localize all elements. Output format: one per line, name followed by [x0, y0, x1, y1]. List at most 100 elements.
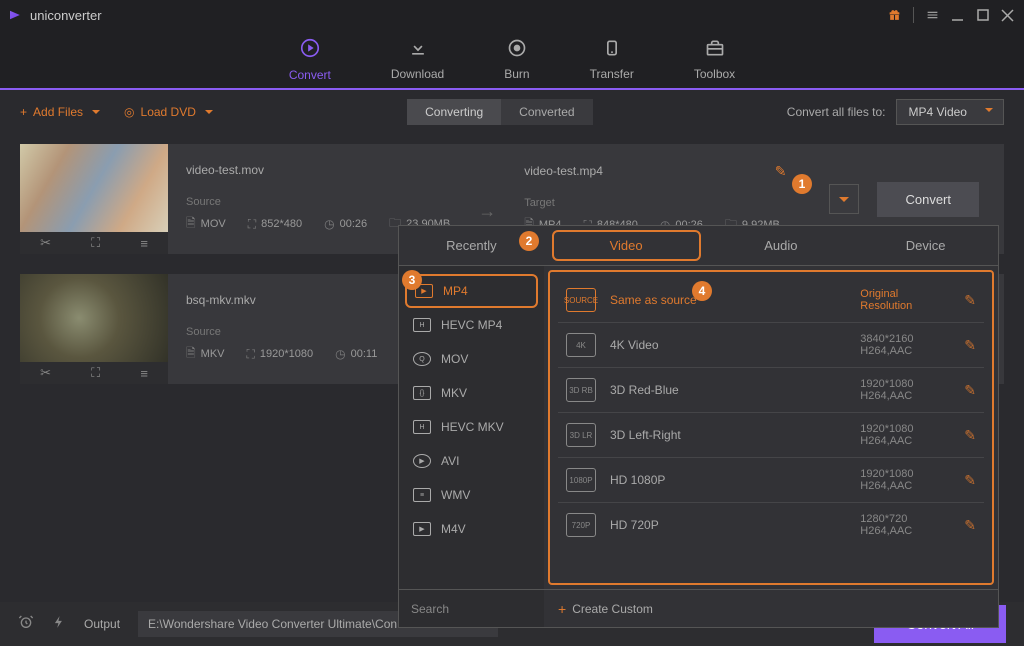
search-input[interactable]: Search [399, 590, 544, 627]
preset-icon: SOURCE [566, 288, 596, 312]
convert-button[interactable]: Convert [877, 182, 979, 217]
trim-icon[interactable]: ✂ [40, 235, 51, 251]
preset-item-hd-720p[interactable]: 720P HD 720P 1280*720H264,AAC ✎ [558, 503, 984, 547]
format-item-avi[interactable]: ▶AVI [399, 444, 544, 478]
edit-icon[interactable]: ✎ [964, 517, 976, 534]
main-nav: Convert Download Burn Transfer Toolbox [0, 30, 1024, 90]
tab-converting[interactable]: Converting [407, 99, 501, 125]
file-icon: 🗎 [186, 214, 196, 235]
speed-icon[interactable] [52, 614, 66, 634]
nav-label: Download [391, 67, 444, 81]
format-icon: H [413, 318, 431, 332]
edit-icon[interactable]: ✎ [964, 382, 976, 399]
edit-icon[interactable]: ✎ [964, 427, 976, 444]
preset-item-3d-red-blue[interactable]: 3D RB 3D Red-Blue 1920*1080H264,AAC ✎ [558, 368, 984, 413]
format-item-hevc-mkv[interactable]: HHEVC MKV [399, 410, 544, 444]
preset-icon: 720P [566, 513, 596, 537]
resolution-icon: ⛶ [248, 217, 256, 232]
nav-toolbox[interactable]: Toolbox [694, 38, 735, 81]
source-filename: video-test.mov [186, 163, 450, 177]
toolbar: + Add Files ◎ Load DVD Converting Conver… [0, 90, 1024, 134]
nav-label: Transfer [590, 67, 634, 81]
target-format-dropdown[interactable] [829, 184, 859, 214]
minimize-icon[interactable] [951, 9, 964, 22]
preset-item-same-as-source[interactable]: SOURCE Same as source Original Resolutio… [558, 278, 984, 323]
add-files-button[interactable]: + Add Files [20, 105, 100, 119]
chevron-down-icon [839, 197, 849, 207]
output-label: Output [84, 617, 120, 631]
disc-icon: ◎ [124, 105, 134, 119]
nav-convert[interactable]: Convert [289, 37, 331, 82]
chevron-down-icon [92, 110, 100, 118]
toolbox-icon [705, 38, 725, 63]
convert-icon [299, 37, 321, 64]
alarm-icon[interactable] [18, 614, 34, 634]
video-preview[interactable] [20, 274, 168, 362]
edit-icon[interactable]: ✎ [775, 163, 787, 180]
overlay-tab-audio[interactable]: Audio [709, 226, 854, 265]
nav-label: Burn [504, 67, 529, 81]
format-item-hevc-mp4[interactable]: HHEVC MP4 [399, 308, 544, 342]
target-label: Target [524, 197, 786, 209]
close-icon[interactable] [1001, 9, 1014, 22]
convert-all-label: Convert all files to: [787, 105, 886, 119]
step-badge-4: 4 [692, 281, 712, 301]
plus-icon: + [20, 105, 27, 119]
download-icon [408, 38, 428, 63]
preset-icon: 3D RB [566, 378, 596, 402]
clock-icon: ◷ [324, 217, 334, 231]
create-custom-button[interactable]: + Create Custom [544, 590, 998, 627]
format-list[interactable]: ▶MP4 HHEVC MP4 QMOV {}MKV HHEVC MKV ▶AVI… [399, 266, 544, 589]
step-badge-1: 1 [792, 174, 812, 194]
gift-icon[interactable] [888, 9, 901, 22]
source-label: Source [186, 196, 450, 208]
preset-icon: 4K [566, 333, 596, 357]
preset-list[interactable]: SOURCE Same as source Original Resolutio… [548, 270, 994, 585]
format-item-m4v[interactable]: ▶M4V [399, 512, 544, 546]
settings-icon[interactable]: ≡ [140, 236, 148, 251]
title-bar: uniconverter [0, 0, 1024, 30]
resolution-icon: ⛶ [247, 347, 255, 362]
edit-icon[interactable]: ✎ [964, 292, 976, 309]
nav-transfer[interactable]: Transfer [590, 38, 634, 81]
overlay-tab-device[interactable]: Device [853, 226, 998, 265]
preset-icon: 1080P [566, 468, 596, 492]
settings-icon[interactable]: ≡ [140, 366, 148, 381]
format-item-mkv[interactable]: {}MKV [399, 376, 544, 410]
preset-item-4k[interactable]: 4K 4K Video 3840*2160H264,AAC ✎ [558, 323, 984, 368]
format-item-mov[interactable]: QMOV [399, 342, 544, 376]
nav-burn[interactable]: Burn [504, 38, 529, 81]
edit-icon[interactable]: ✎ [964, 472, 976, 489]
preset-item-3d-left-right[interactable]: 3D LR 3D Left-Right 1920*1080H264,AAC ✎ [558, 413, 984, 458]
maximize-icon[interactable] [976, 9, 989, 22]
edit-icon[interactable]: ✎ [964, 337, 976, 354]
format-icon: ≡ [413, 488, 431, 502]
format-icon: ▶ [413, 454, 431, 468]
format-item-mp4[interactable]: ▶MP4 [405, 274, 538, 308]
target-filename: video-test.mp4 [524, 164, 603, 178]
file-icon: 🗎 [186, 344, 196, 365]
overlay-tab-video[interactable]: Video [552, 230, 701, 261]
tab-converted[interactable]: Converted [501, 99, 592, 125]
format-icon: {} [413, 386, 431, 400]
trim-icon[interactable]: ✂ [40, 365, 51, 381]
app-logo-icon [10, 8, 24, 22]
preset-icon: 3D LR [566, 423, 596, 447]
thumbnail: ✂ ⛶ ≡ [20, 274, 168, 384]
burn-icon [507, 38, 527, 63]
clock-icon: ◷ [335, 347, 345, 361]
video-preview[interactable] [20, 144, 168, 232]
crop-icon[interactable]: ⛶ [91, 235, 100, 251]
convert-all-format-select[interactable]: MP4 Video [896, 99, 1004, 125]
nav-label: Toolbox [694, 67, 735, 81]
format-icon: Q [413, 352, 431, 366]
transfer-icon [602, 38, 622, 63]
step-badge-3: 3 [402, 270, 422, 290]
step-badge-2: 2 [519, 231, 539, 251]
preset-item-hd-1080p[interactable]: 1080P HD 1080P 1920*1080H264,AAC ✎ [558, 458, 984, 503]
load-dvd-button[interactable]: ◎ Load DVD [124, 105, 213, 119]
format-item-wmv[interactable]: ≡WMV [399, 478, 544, 512]
crop-icon[interactable]: ⛶ [91, 365, 100, 381]
nav-download[interactable]: Download [391, 38, 444, 81]
menu-icon[interactable] [926, 9, 939, 22]
